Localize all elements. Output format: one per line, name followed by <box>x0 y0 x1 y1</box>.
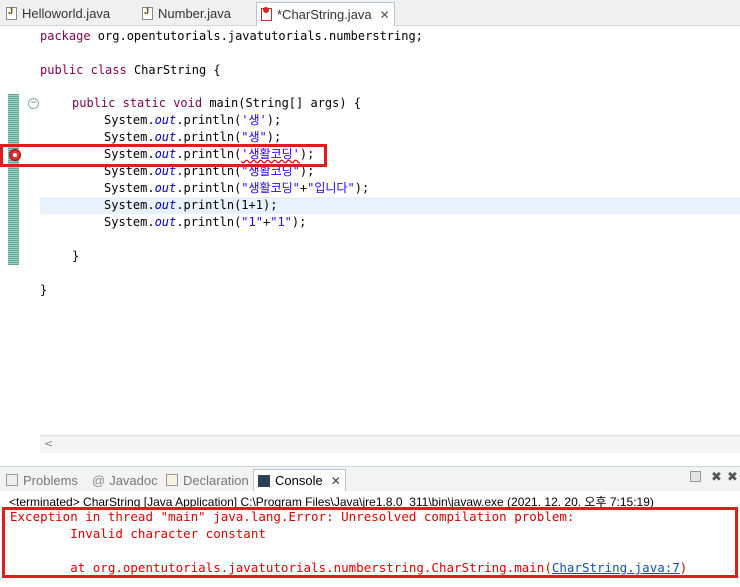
editor-gutter <box>0 26 20 461</box>
tab-number[interactable]: Number.java <box>142 2 231 24</box>
java-file-icon <box>6 6 17 20</box>
code-line: } <box>72 249 80 263</box>
tab-label: Problems <box>23 472 78 488</box>
code-line: public static void main(String[] args) { <box>72 96 362 110</box>
console-error-highlight-box <box>2 507 738 578</box>
tab-declaration[interactable]: Declaration <box>166 471 249 489</box>
tab-label: Console <box>275 473 323 488</box>
tab-label: Javadoc <box>109 472 158 488</box>
tab-helloworld[interactable]: Helloworld.java <box>6 2 110 24</box>
problems-icon <box>6 474 18 486</box>
code-line: } <box>40 283 48 297</box>
horizontal-scrollbar[interactable]: < <box>40 435 740 453</box>
editor-tab-bar: Helloworld.java Number.java *CharString.… <box>0 0 740 26</box>
code-line: System.out.println('생'); <box>104 113 282 127</box>
code-line: System.out.println("생활코딩"+"입니다"); <box>104 181 370 195</box>
code-line-current: System.out.println(1+1); <box>104 198 278 212</box>
tab-label: *CharString.java <box>277 7 372 22</box>
tab-console[interactable]: Console ✕ <box>253 469 346 491</box>
declaration-icon <box>166 474 178 486</box>
remove-launch-icon[interactable]: ✖ <box>711 470 722 485</box>
panel-tab-bar: Problems @ Javadoc Declaration Console ✕ <box>0 466 740 491</box>
console-icon <box>258 474 270 487</box>
java-file-icon <box>142 6 153 20</box>
close-icon[interactable]: ✕ <box>331 474 341 488</box>
change-marker <box>8 94 19 265</box>
fold-icon[interactable]: − <box>28 98 39 109</box>
tab-javadoc[interactable]: @ Javadoc <box>92 471 158 489</box>
console-view[interactable]: <terminated> CharString [Java Applicatio… <box>0 491 740 587</box>
code-line: System.out.println("1"+"1"); <box>104 215 307 229</box>
code-editor[interactable]: − package org.opentutorials.javatutorial… <box>0 26 740 461</box>
tab-label: Number.java <box>158 5 231 21</box>
scroll-left-icon[interactable]: < <box>44 437 53 450</box>
tab-label: Helloworld.java <box>22 5 111 21</box>
error-line-highlight-box <box>0 144 327 167</box>
close-icon[interactable]: ✕ <box>380 8 390 22</box>
javadoc-icon: @ <box>92 472 106 488</box>
java-file-error-icon <box>261 7 272 21</box>
tab-label: Declaration <box>183 472 249 488</box>
code-line: public class CharString { <box>40 63 221 77</box>
remove-all-icon[interactable]: ✖ <box>727 470 738 485</box>
tab-problems[interactable]: Problems <box>6 471 78 489</box>
tab-charstring[interactable]: *CharString.java ✕ <box>256 2 395 26</box>
terminate-icon[interactable] <box>690 471 701 482</box>
code-line: package org.opentutorials.javatutorials.… <box>40 29 423 43</box>
